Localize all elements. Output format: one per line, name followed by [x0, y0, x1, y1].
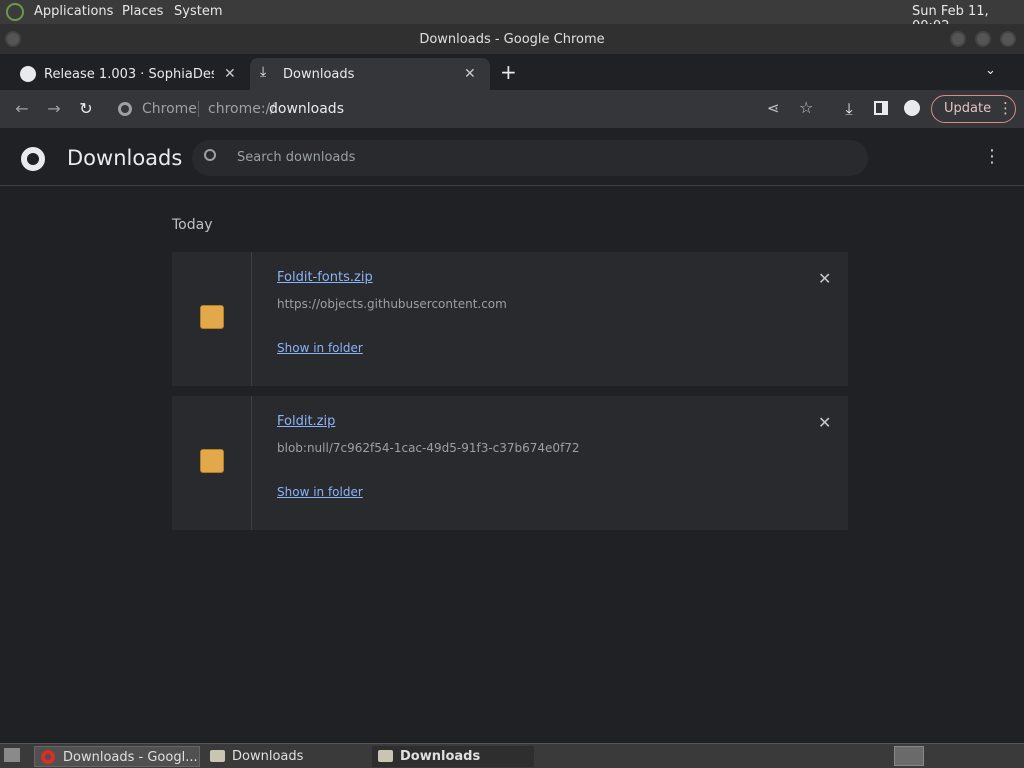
applications-menu[interactable]: Applications [34, 4, 113, 19]
download-item: Foldit.zip blob:null/7c962f54-1cac-49d5-… [172, 396, 848, 530]
taskbar-item-chrome[interactable]: Downloads - Googl... [34, 746, 200, 767]
archive-file-icon [200, 449, 224, 473]
reload-button[interactable]: ↻ [75, 99, 97, 118]
taskbar-item-downloads-folder[interactable]: Downloads [204, 746, 366, 767]
downloads-toolbar-icon[interactable]: ⤓ [838, 99, 860, 119]
date-section-heading: Today [172, 217, 213, 233]
more-actions-icon[interactable]: ⋮ [983, 146, 1001, 167]
remove-download-icon[interactable]: ✕ [818, 413, 831, 432]
download-item: Foldit-fonts.zip https://objects.githubu… [172, 252, 848, 386]
chrome-site-icon [118, 102, 132, 116]
tab-downloads[interactable]: ⤓ Downloads ✕ [250, 58, 490, 90]
site-chip-label: Chrome [142, 101, 197, 117]
tab-strip: Release 1.003 · SophiaDesign/ ✕ ⤓ Downlo… [0, 54, 1024, 90]
profile-avatar-icon[interactable] [904, 100, 920, 116]
update-label: Update [944, 101, 992, 116]
side-panel-icon[interactable] [874, 101, 888, 115]
distro-logo-icon[interactable] [6, 3, 24, 21]
taskbar-item-downloads-folder-active[interactable]: Downloads [372, 746, 534, 767]
file-icon-column [172, 252, 252, 386]
window-title-bar[interactable]: Downloads - Google Chrome [0, 24, 1024, 54]
downloads-list: Today Foldit-fonts.zip https://objects.g… [0, 187, 1024, 743]
archive-file-icon [200, 305, 224, 329]
search-downloads-input[interactable]: Search downloads [192, 140, 868, 176]
taskbar-item-label: Downloads [400, 749, 481, 764]
share-icon[interactable]: ⋖ [767, 99, 780, 117]
browser-toolbar: ← → ↻ Chrome chrome:// downloads ⋖ ☆ ⤓ U… [0, 90, 1024, 128]
show-in-folder-link[interactable]: Show in folder [277, 341, 363, 355]
workspace-switcher-chrome-icon[interactable] [894, 746, 924, 766]
tab-search-chevron-icon[interactable]: ⌄ [985, 63, 996, 78]
show-desktop-icon[interactable] [4, 748, 20, 762]
forward-button[interactable]: → [43, 99, 65, 118]
taskbar-item-label: Downloads [232, 749, 304, 764]
new-tab-button[interactable]: + [500, 60, 517, 84]
search-icon [204, 149, 216, 161]
minimize-button[interactable] [950, 31, 966, 47]
maximize-button[interactable] [975, 31, 991, 47]
chrome-logo-icon [21, 147, 45, 171]
file-icon-column [172, 396, 252, 530]
system-menu[interactable]: System [174, 4, 222, 19]
window-title: Downloads - Google Chrome [419, 32, 605, 47]
tab-label: Downloads [283, 67, 355, 82]
system-top-panel: Applications Places System Sun Feb 11, 0… [0, 0, 1024, 34]
downloads-header: Downloads Search downloads ⋮ [0, 128, 1024, 186]
taskbar-item-label: Downloads - Googl... [63, 750, 198, 765]
download-filename-link[interactable]: Foldit-fonts.zip [277, 270, 373, 285]
remove-download-icon[interactable]: ✕ [818, 269, 831, 288]
page-title: Downloads [67, 146, 183, 170]
show-in-folder-link[interactable]: Show in folder [277, 485, 363, 499]
url-prefix: chrome:// [208, 101, 275, 117]
tab-release[interactable]: Release 1.003 · SophiaDesign/ ✕ [8, 58, 244, 90]
download-source-url: blob:null/7c962f54-1cac-49d5-91f3-c37b67… [277, 441, 580, 455]
close-tab-icon[interactable]: ✕ [464, 66, 476, 82]
folder-icon [378, 750, 393, 762]
github-icon [20, 66, 36, 82]
update-button[interactable]: Update ⋮ [931, 95, 1016, 123]
close-tab-icon[interactable]: ✕ [224, 66, 236, 82]
chrome-icon [41, 750, 55, 764]
places-menu[interactable]: Places [122, 4, 163, 19]
download-icon: ⤓ [260, 64, 267, 80]
folder-icon [210, 750, 225, 762]
address-bar[interactable]: Chrome chrome:// downloads ⋖ ☆ [110, 94, 918, 124]
omnibox-divider [198, 101, 199, 117]
taskbar: Downloads - Googl... Downloads Downloads [0, 743, 1024, 768]
close-window-button[interactable] [1000, 31, 1016, 47]
bookmark-star-icon[interactable]: ☆ [799, 98, 813, 117]
url-host: downloads [269, 101, 344, 117]
download-filename-link[interactable]: Foldit.zip [277, 414, 335, 429]
back-button[interactable]: ← [11, 99, 33, 118]
tab-label: Release 1.003 · SophiaDesign/ [44, 67, 214, 82]
kebab-menu-icon[interactable]: ⋮ [998, 99, 1013, 117]
download-source-url: https://objects.githubusercontent.com [277, 297, 507, 311]
search-placeholder: Search downloads [237, 150, 356, 165]
